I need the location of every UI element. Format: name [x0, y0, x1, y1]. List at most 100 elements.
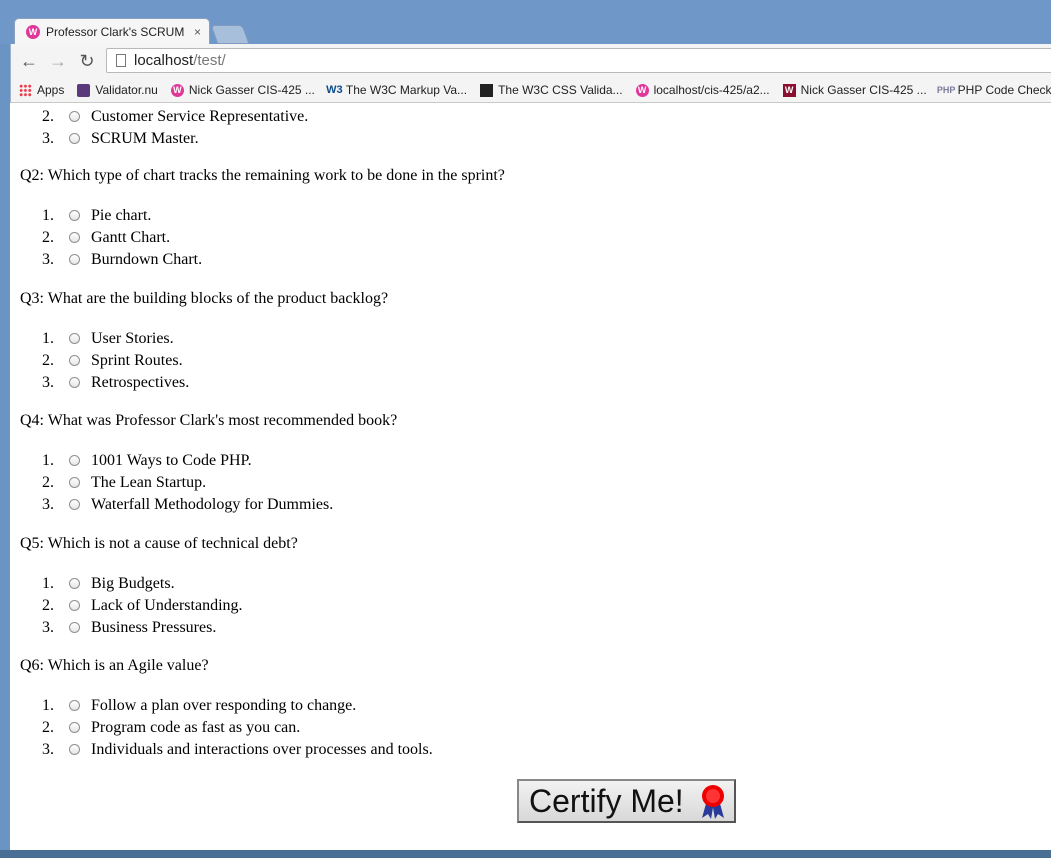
bookmark-item[interactable]: W Nick Gasser CIS-425 ...: [170, 83, 315, 97]
window-bottom-edge: [0, 850, 1051, 858]
bookmark-label: Validator.nu: [95, 83, 158, 97]
address-bar[interactable]: localhost/test/: [106, 48, 1051, 73]
answer-option: 3. Burndown Chart.: [10, 251, 710, 273]
answer-radio[interactable]: [69, 455, 80, 466]
bookmark-item[interactable]: Validator.nu: [77, 83, 158, 97]
answer-radio[interactable]: [69, 133, 80, 144]
w-icon: W: [782, 83, 796, 97]
option-number: 1.: [42, 452, 54, 469]
css-validator-icon: [480, 83, 494, 97]
tab-strip: W Professor Clark's SCRUM Q ×: [0, 0, 1051, 44]
option-label: Big Budgets.: [91, 574, 175, 592]
answer-option: 2. Program code as fast as you can.: [10, 719, 710, 741]
browser-tab[interactable]: W Professor Clark's SCRUM Q ×: [14, 18, 210, 44]
forward-arrow-icon[interactable]: →: [48, 51, 68, 71]
answer-option: 3. SCRUM Master.: [10, 130, 710, 152]
option-number: 1.: [42, 574, 54, 592]
option-label: SCRUM Master.: [91, 130, 199, 147]
option-number: 1.: [42, 329, 54, 347]
answer-radio[interactable]: [69, 722, 80, 733]
validator-icon: [77, 83, 91, 97]
close-tab-icon[interactable]: ×: [194, 25, 201, 39]
back-arrow-icon[interactable]: ←: [19, 51, 39, 71]
bookmark-item[interactable]: Apps: [19, 83, 64, 97]
bookmark-item[interactable]: PHPPHP Code Checker -: [936, 83, 1051, 97]
bookmark-label: The W3C Markup Va...: [345, 83, 468, 97]
answer-radio[interactable]: [69, 354, 80, 366]
option-number: 2.: [42, 474, 54, 491]
question-text: Q3: What are the building blocks of the …: [20, 289, 389, 307]
option-label: Pie chart.: [91, 207, 152, 224]
bookmark-label: localhost/cis-425/a2...: [653, 83, 770, 97]
question-text: Q2: Which type of chart tracks the remai…: [20, 167, 505, 184]
option-number: 2.: [42, 596, 54, 614]
url-host: localhost: [134, 52, 194, 69]
answer-option: 3. Retrospectives.: [10, 374, 710, 396]
option-label: The Lean Startup.: [91, 474, 207, 491]
bookmark-label: Apps: [37, 83, 65, 97]
answer-option: 2. Sprint Routes.: [10, 352, 710, 374]
answer-option: 2. Gantt Chart.: [10, 229, 710, 251]
w3c-icon: W3: [326, 84, 343, 96]
answer-radio[interactable]: [69, 577, 80, 589]
bookmark-label: Nick Gasser CIS-425 ...: [800, 83, 927, 97]
bookmark-label: PHP Code Checker -: [957, 83, 1051, 97]
certify-me-button[interactable]: Certify Me!: [517, 779, 736, 823]
bookmark-item[interactable]: The W3C CSS Valida...: [480, 83, 623, 97]
answer-option: 3. Business Pressures.: [10, 619, 710, 641]
answer-radio[interactable]: [69, 621, 80, 633]
php-icon: PHP: [936, 85, 956, 95]
answer-radio[interactable]: [69, 477, 80, 488]
option-label: Business Pressures.: [91, 618, 217, 636]
question-text: Q6: Which is an Agile value?: [20, 657, 209, 674]
answer-option: 1. 1001 Ways to Code PHP.: [10, 452, 710, 474]
question-text: Q5: Which is not a cause of technical de…: [20, 534, 298, 552]
browser-toolbar: ← → ↻ localhost/test/: [10, 44, 1051, 78]
bookmark-item[interactable]: W3 The W3C Markup Va...: [326, 83, 468, 97]
option-number: 1.: [42, 207, 54, 224]
apps-grid-icon: [19, 83, 32, 97]
answer-option: 3. Individuals and interactions over proc…: [10, 741, 710, 763]
option-number: 3.: [42, 741, 54, 758]
option-label: Sprint Routes.: [91, 351, 183, 369]
url-path: /test/: [193, 52, 226, 69]
answer-radio[interactable]: [69, 232, 80, 243]
option-number: 3.: [42, 251, 54, 268]
answer-option: 2. The Lean Startup.: [10, 474, 710, 496]
option-label: Waterfall Methodology for Dummies.: [91, 496, 334, 513]
bookmark-label: Nick Gasser CIS-425 ...: [188, 83, 315, 97]
page-content: 2. Customer Service Representative. 3. SCRU…: [10, 103, 1051, 850]
option-label: Program code as fast as you can.: [91, 719, 301, 736]
option-label: Individuals and interactions over proces…: [91, 741, 433, 758]
answer-radio[interactable]: [69, 599, 80, 611]
option-number: 2.: [42, 229, 54, 246]
wamp-favicon-icon: W: [26, 24, 40, 39]
option-number: 3.: [42, 373, 54, 391]
bookmark-item[interactable]: W Nick Gasser CIS-425 ...: [782, 83, 927, 97]
answer-option: 2. Lack of Understanding.: [10, 597, 710, 619]
answer-option: 1. Big Budgets.: [10, 575, 710, 597]
option-number: 3.: [42, 618, 54, 636]
option-number: 3.: [42, 496, 54, 513]
page-icon: [116, 54, 126, 67]
wamp-icon: W: [635, 83, 649, 97]
answer-radio[interactable]: [69, 376, 80, 388]
answer-option: 1. Pie chart.: [10, 207, 710, 229]
answer-radio[interactable]: [69, 254, 80, 265]
answer-radio[interactable]: [69, 111, 80, 122]
answer-radio[interactable]: [69, 332, 80, 344]
option-label: Customer Service Representative.: [91, 108, 309, 125]
answer-radio[interactable]: [69, 700, 80, 711]
answer-radio[interactable]: [69, 210, 80, 221]
wamp-icon: W: [170, 83, 184, 97]
option-number: 2.: [42, 108, 54, 125]
award-ribbon-icon: [702, 785, 724, 819]
answer-radio[interactable]: [69, 499, 80, 510]
option-number: 2.: [42, 351, 54, 369]
reload-icon[interactable]: ↻: [77, 51, 97, 71]
option-number: 3.: [42, 130, 54, 147]
bookmark-label: The W3C CSS Valida...: [498, 83, 623, 97]
answer-radio[interactable]: [69, 744, 80, 755]
new-tab-button[interactable]: [210, 25, 250, 44]
bookmark-item[interactable]: Wlocalhost/cis-425/a2...: [635, 83, 770, 97]
